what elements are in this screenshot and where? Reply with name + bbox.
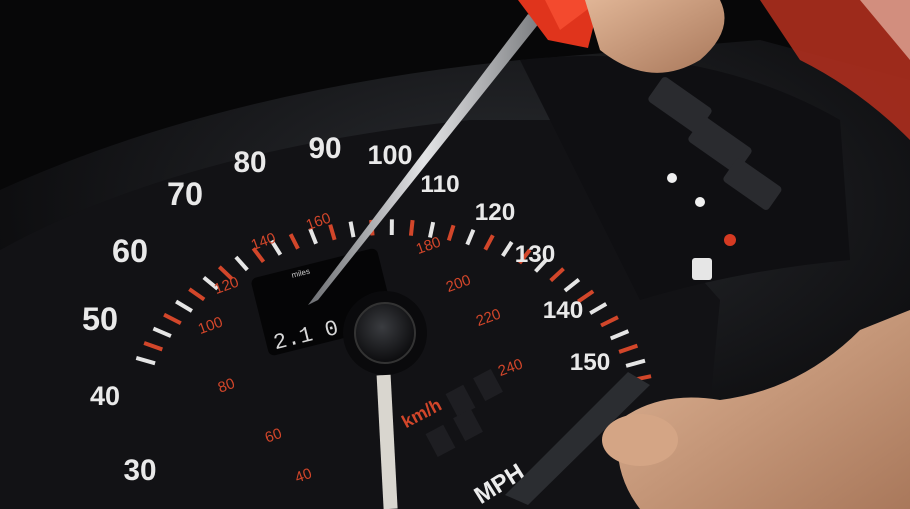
speedometer-photo: 30 40 50 60 70 80 90 100 110 120 130 140 150 40 60 80 1…	[0, 0, 910, 509]
fuel-pump-icon	[692, 258, 712, 280]
speedometer-scene: 304050607080 90 100110120130140150 4060801…	[0, 0, 910, 509]
thumb	[602, 414, 678, 466]
mph-label-90: 90	[308, 132, 341, 165]
mph-label-100: 100	[367, 140, 412, 170]
mph-label-120: 120	[475, 199, 516, 226]
mph-label-130: 130	[515, 241, 556, 268]
mph-label-80: 80	[233, 146, 266, 179]
mph-label-60: 60	[112, 233, 148, 269]
mph-label-110: 110	[420, 171, 459, 198]
mph-label-30: 30	[123, 454, 156, 487]
mph-label-40: 40	[90, 381, 120, 411]
mph-label-150: 150	[570, 349, 611, 376]
tick-mark	[408, 219, 415, 236]
mph-label-50: 50	[82, 301, 118, 337]
mph-label-70: 70	[167, 176, 203, 212]
mph-label-140: 140	[543, 297, 584, 324]
